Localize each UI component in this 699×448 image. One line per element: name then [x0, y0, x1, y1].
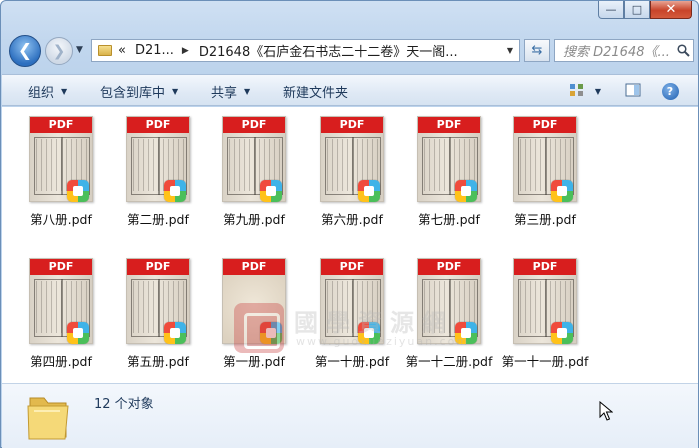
pdf-reader-app-icon — [67, 322, 89, 344]
file-item[interactable]: PDF 第三册.pdf — [496, 110, 594, 238]
file-list-area[interactable]: PDF 第八册.pdf PDF 第二册.pdf PDF 第九册.pdf PDF … — [2, 107, 698, 383]
file-name: 第八册.pdf — [30, 212, 92, 227]
pdf-label: PDF — [223, 259, 285, 275]
pdf-label: PDF — [30, 117, 92, 133]
maximize-button[interactable]: □ — [624, 1, 650, 19]
view-options-button[interactable] — [567, 80, 587, 102]
preview-pane-icon — [625, 83, 641, 100]
back-button[interactable]: ❮ — [9, 35, 41, 67]
pdf-reader-app-icon — [260, 180, 282, 202]
folder-icon — [26, 390, 70, 442]
pdf-reader-app-icon — [358, 180, 380, 202]
view-options-icon — [569, 83, 585, 100]
chevron-down-icon: ▼ — [244, 87, 251, 96]
organize-label: 组织 — [28, 86, 55, 101]
navigation-bar: ❮ ❯ ▼ « D21... ▶ D21648《石庐金石书志二十二卷》天一阁..… — [9, 33, 694, 67]
close-button[interactable]: ✕ — [650, 1, 692, 19]
include-library-label: 包含到库中 — [100, 86, 166, 101]
pdf-label: PDF — [514, 259, 576, 275]
breadcrumb-current[interactable]: D21648《石庐金石书志二十二卷》天一阁... — [199, 41, 458, 60]
help-icon: ? — [661, 82, 679, 100]
minimize-button[interactable]: — — [598, 1, 624, 19]
new-folder-label: 新建文件夹 — [283, 86, 349, 101]
new-folder-button[interactable]: 新建文件夹 — [283, 82, 348, 101]
caption-buttons: — □ ✕ — [598, 1, 692, 19]
file-item[interactable]: PDF 第六册.pdf — [303, 110, 401, 238]
address-dropdown[interactable]: ▼ — [501, 40, 519, 61]
back-arrow-icon: ❮ — [17, 41, 33, 61]
pdf-reader-app-icon — [164, 322, 186, 344]
pdf-reader-app-icon — [67, 180, 89, 202]
forward-button[interactable]: ❯ — [45, 37, 73, 65]
breadcrumb-separator[interactable]: ▶ — [182, 46, 189, 56]
refresh-icon: ⇆ — [531, 43, 543, 58]
pdf-reader-app-icon — [455, 322, 477, 344]
address-bar[interactable]: « D21... ▶ D21648《石庐金石书志二十二卷》天一阁... ▼ — [91, 39, 520, 62]
pdf-label: PDF — [514, 117, 576, 133]
file-name: 第七册.pdf — [418, 212, 480, 227]
pdf-reader-app-icon — [164, 180, 186, 202]
share-menu[interactable]: 共享 ▼ — [211, 82, 250, 101]
pdf-reader-app-icon — [551, 322, 573, 344]
file-item[interactable]: PDF 第九册.pdf — [205, 110, 303, 238]
view-options-dropdown[interactable]: ▼ — [591, 80, 605, 102]
file-name: 第五册.pdf — [127, 354, 189, 369]
pdf-reader-app-icon — [551, 180, 573, 202]
help-button[interactable]: ? — [660, 80, 680, 102]
search-input[interactable]: 搜索 D21648《... — [563, 41, 673, 60]
item-count: 12 个对象 — [94, 397, 154, 412]
pdf-label: PDF — [30, 259, 92, 275]
pdf-label: PDF — [127, 259, 189, 275]
forward-arrow-icon: ❯ — [52, 42, 66, 60]
breadcrumb-parent[interactable]: D21... — [135, 43, 174, 58]
file-name: 第一册.pdf — [223, 354, 285, 369]
pdf-label: PDF — [321, 117, 383, 133]
file-item[interactable]: PDF 第一册.pdf — [205, 252, 303, 380]
chevron-down-icon: ▼ — [172, 87, 179, 96]
explorer-window: — □ ✕ ❮ ❯ ▼ « D21... ▶ D21648《石庐金石书志二十二卷… — [0, 0, 699, 448]
file-name: 第三册.pdf — [514, 212, 576, 227]
file-item[interactable]: PDF 第一十一册.pdf — [496, 252, 594, 380]
file-name: 第二册.pdf — [127, 212, 189, 227]
pdf-label: PDF — [127, 117, 189, 133]
file-item[interactable]: PDF 第一十册.pdf — [303, 252, 401, 380]
file-item[interactable]: PDF 第五册.pdf — [109, 252, 207, 380]
file-name: 第九册.pdf — [223, 212, 285, 227]
folder-icon — [98, 45, 112, 56]
pdf-label: PDF — [223, 117, 285, 133]
file-item[interactable]: PDF 第二册.pdf — [109, 110, 207, 238]
preview-pane-button[interactable] — [623, 80, 643, 102]
include-in-library-menu[interactable]: 包含到库中 ▼ — [100, 82, 178, 101]
pdf-label: PDF — [321, 259, 383, 275]
share-label: 共享 — [211, 86, 238, 101]
mouse-cursor-icon — [599, 400, 614, 424]
command-bar: 组织 ▼ 包含到库中 ▼ 共享 ▼ 新建文件夹 ▼ ? — [2, 74, 698, 106]
file-name: 第一十二册.pdf — [405, 354, 493, 369]
search-box[interactable]: 搜索 D21648《... — [554, 39, 694, 62]
search-icon[interactable] — [673, 44, 693, 57]
file-item[interactable]: PDF 第七册.pdf — [400, 110, 498, 238]
chevron-down-icon: ▼ — [61, 87, 68, 96]
pdf-label: PDF — [418, 117, 480, 133]
pdf-label: PDF — [418, 259, 480, 275]
pdf-reader-app-icon — [455, 180, 477, 202]
file-item[interactable]: PDF 第一十二册.pdf — [400, 252, 498, 380]
details-pane: 12 个对象 — [2, 383, 698, 448]
file-item[interactable]: PDF 第四册.pdf — [12, 252, 110, 380]
file-item[interactable]: PDF 第八册.pdf — [12, 110, 110, 238]
file-name: 第六册.pdf — [321, 212, 383, 227]
organize-menu[interactable]: 组织 ▼ — [28, 82, 67, 101]
pdf-reader-app-icon — [260, 322, 282, 344]
recent-pages-dropdown[interactable]: ▼ — [76, 45, 83, 55]
file-name: 第一十一册.pdf — [501, 354, 589, 369]
pdf-reader-app-icon — [358, 322, 380, 344]
file-name: 第四册.pdf — [30, 354, 92, 369]
refresh-button[interactable]: ⇆ — [524, 39, 550, 62]
address-overflow[interactable]: « — [118, 43, 126, 58]
file-name: 第一十册.pdf — [314, 354, 390, 369]
